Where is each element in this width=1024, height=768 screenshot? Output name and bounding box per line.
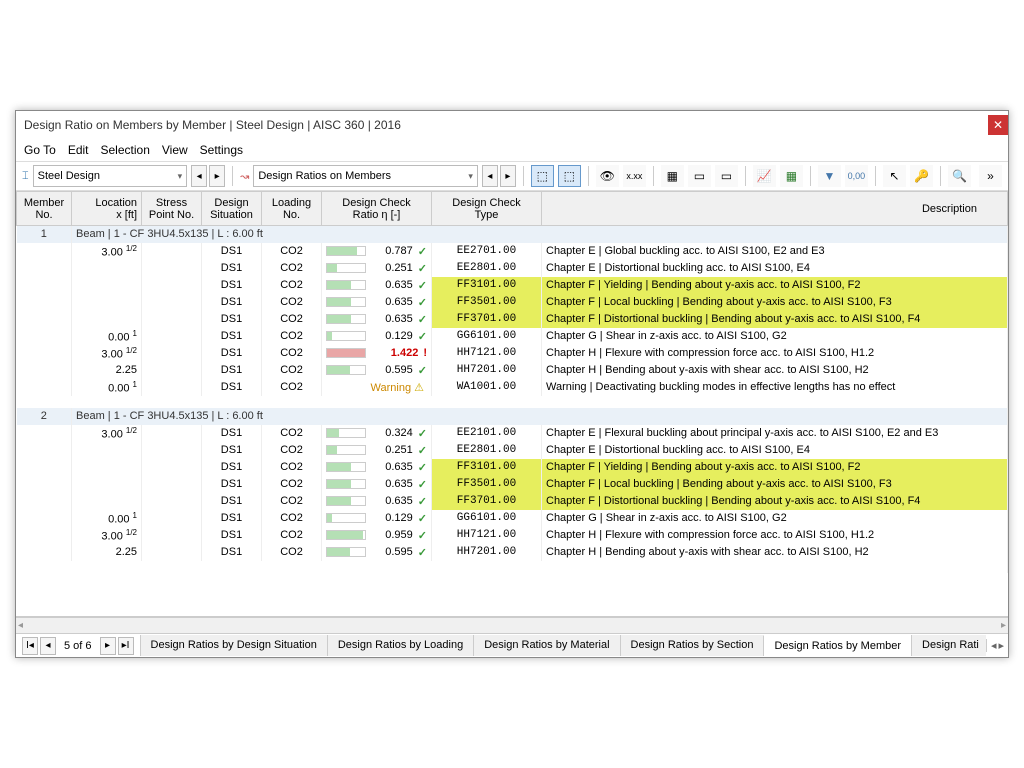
header-loading[interactable]: Loading No. — [262, 192, 322, 226]
app-window: Design Ratio on Members by Member | Stee… — [15, 110, 1009, 658]
chevron-down-icon: ▾ — [174, 171, 187, 182]
page-indicator: 5 of 6 — [58, 640, 98, 652]
next-result-button[interactable]: ▸ — [500, 165, 516, 187]
next-page-button[interactable]: ▸ — [100, 637, 116, 655]
header-ratio[interactable]: Design Check Ratio η [-] — [322, 192, 432, 226]
chevron-down-icon: ▾ — [464, 171, 477, 182]
chart-button[interactable]: 📈 — [753, 165, 776, 187]
table-row[interactable]: 0.00 1 DS1 CO2 Warning ⚠ WA1001.00 Warni… — [17, 379, 1008, 396]
prev-design-button[interactable]: ◂ — [191, 165, 207, 187]
decimals-button[interactable]: x.xx — [623, 165, 646, 187]
table-row[interactable]: DS1 CO2 0.635✓ FF3501.00 Chapter F | Loc… — [17, 294, 1008, 311]
search-button[interactable]: 🔍 — [948, 165, 971, 187]
steel-icon: ⌶ — [22, 170, 29, 183]
results-table: Member No. Location x [ft] Stress Point … — [16, 191, 1008, 573]
scroll-right-icon[interactable]: ▸ — [1001, 620, 1006, 631]
table-row[interactable]: DS1 CO2 0.635✓ FF3101.00 Chapter F | Yie… — [17, 459, 1008, 476]
design-type-input[interactable] — [34, 168, 174, 184]
footer-tab[interactable]: Design Ratios by Member — [763, 635, 911, 656]
last-page-button[interactable]: ▸I — [118, 637, 134, 655]
table-row[interactable]: DS1 CO2 0.635✓ FF3501.00 Chapter F | Loc… — [17, 476, 1008, 493]
toolbar: ⌶ ▾ ◂ ▸ ↝ ▾ ◂ ▸ ⬚ ⬚ 👁 x.xx ▦ ▭ ▭ 📈 ▦ — [16, 161, 1008, 191]
window-title: Design Ratio on Members by Member | Stee… — [24, 118, 401, 132]
close-button[interactable]: ✕ — [988, 115, 1008, 135]
tab-nav: ◂ ▸ — [986, 639, 1008, 652]
zero-toggle-button[interactable]: 0,00 — [845, 165, 868, 187]
scroll-left-icon[interactable]: ◂ — [18, 620, 23, 631]
table-row[interactable]: 2.25 DS1 CO2 0.595✓ HH7201.00 Chapter H … — [17, 544, 1008, 561]
footer-tab[interactable]: Design Ratios by Section — [620, 635, 764, 656]
menubar: Go To Edit Selection View Settings — [16, 139, 1008, 161]
table-row[interactable]: DS1 CO2 0.635✓ FF3701.00 Chapter F | Dis… — [17, 311, 1008, 328]
menu-view[interactable]: View — [162, 143, 188, 157]
menu-settings[interactable]: Settings — [200, 143, 243, 157]
table-row[interactable]: DS1 CO2 0.635✓ FF3701.00 Chapter F | Dis… — [17, 493, 1008, 510]
header-situation[interactable]: Design Situation — [202, 192, 262, 226]
design-type-combo[interactable]: ▾ — [33, 165, 188, 187]
footer-tab[interactable]: Design Ratios by Material — [473, 635, 619, 656]
menu-edit[interactable]: Edit — [68, 143, 89, 157]
select-tool-1-button[interactable]: ⬚ — [531, 165, 554, 187]
horizontal-scrollbar[interactable]: ◂ ▸ — [16, 617, 1008, 633]
table-row[interactable]: DS1 CO2 0.251✓ EE2801.00 Chapter E | Dis… — [17, 442, 1008, 459]
result-type-input[interactable] — [254, 168, 464, 184]
footer: I◂ ◂ 5 of 6 ▸ ▸I Design Ratios by Design… — [16, 633, 1008, 657]
titlebar: Design Ratio on Members by Member | Stee… — [16, 111, 1008, 139]
pointer-button[interactable]: ↖ — [883, 165, 906, 187]
prev-result-button[interactable]: ◂ — [482, 165, 498, 187]
select-tool-2-button[interactable]: ⬚ — [558, 165, 581, 187]
header-location[interactable]: Location x [ft] — [72, 192, 142, 226]
footer-tab[interactable]: Design Ratios by Loading — [327, 635, 473, 656]
group-row[interactable]: 1Beam | 1 - CF 3HU4.5x135 | L : 6.00 ft — [17, 226, 1008, 243]
footer-tab[interactable]: Design Rati — [911, 635, 986, 656]
tab-scroll-left-icon[interactable]: ◂ — [991, 639, 997, 652]
table-row[interactable]: 0.00 1 DS1 CO2 0.129✓ GG6101.00 Chapter … — [17, 328, 1008, 345]
result-type-combo[interactable]: ▾ — [253, 165, 478, 187]
menu-goto[interactable]: Go To — [24, 143, 56, 157]
pager: I◂ ◂ 5 of 6 ▸ ▸I — [16, 637, 140, 655]
table-row[interactable]: 3.00 1/2 DS1 CO2 0.959✓ HH7121.00 Chapte… — [17, 527, 1008, 544]
table-row[interactable]: 3.00 1/2 DS1 CO2 1.422! HH7121.00 Chapte… — [17, 345, 1008, 362]
filter-button[interactable]: ▼ — [818, 165, 841, 187]
key-button[interactable]: 🔑 — [910, 165, 933, 187]
menu-selection[interactable]: Selection — [101, 143, 150, 157]
prev-page-button[interactable]: ◂ — [40, 637, 56, 655]
next-design-button[interactable]: ▸ — [209, 165, 225, 187]
table-b-button[interactable]: ▭ — [715, 165, 738, 187]
overflow-button[interactable]: » — [979, 165, 1002, 187]
view-eye-button[interactable]: 👁 — [596, 165, 619, 187]
table-row[interactable]: 2.25 DS1 CO2 0.595✓ HH7201.00 Chapter H … — [17, 362, 1008, 379]
header-stress[interactable]: Stress Point No. — [142, 192, 202, 226]
table-a-button[interactable]: ▭ — [688, 165, 711, 187]
header-member[interactable]: Member No. — [17, 192, 72, 226]
first-page-button[interactable]: I◂ — [22, 637, 38, 655]
table-row[interactable]: DS1 CO2 0.635✓ FF3101.00 Chapter F | Yie… — [17, 277, 1008, 294]
footer-tab[interactable]: Design Ratios by Design Situation — [140, 635, 327, 656]
table-row[interactable]: 3.00 1/2 DS1 CO2 0.787✓ EE2701.00 Chapte… — [17, 243, 1008, 260]
group-row[interactable]: 2Beam | 1 - CF 3HU4.5x135 | L : 6.00 ft — [17, 408, 1008, 425]
header-description[interactable]: Description — [542, 192, 1008, 226]
results-table-container[interactable]: Member No. Location x [ft] Stress Point … — [16, 191, 1008, 617]
excel-button[interactable]: ▦ — [780, 165, 803, 187]
tab-scroll-right-icon[interactable]: ▸ — [998, 639, 1004, 652]
header-type[interactable]: Design Check Type — [432, 192, 542, 226]
table-row[interactable]: 0.00 1 DS1 CO2 0.129✓ GG6101.00 Chapter … — [17, 510, 1008, 527]
curve-icon: ↝ — [240, 170, 249, 183]
table-row[interactable]: 3.00 1/2 DS1 CO2 0.324✓ EE2101.00 Chapte… — [17, 425, 1008, 442]
grid-button[interactable]: ▦ — [661, 165, 684, 187]
footer-tabs: Design Ratios by Design SituationDesign … — [140, 635, 986, 656]
table-row[interactable]: DS1 CO2 0.251✓ EE2801.00 Chapter E | Dis… — [17, 260, 1008, 277]
